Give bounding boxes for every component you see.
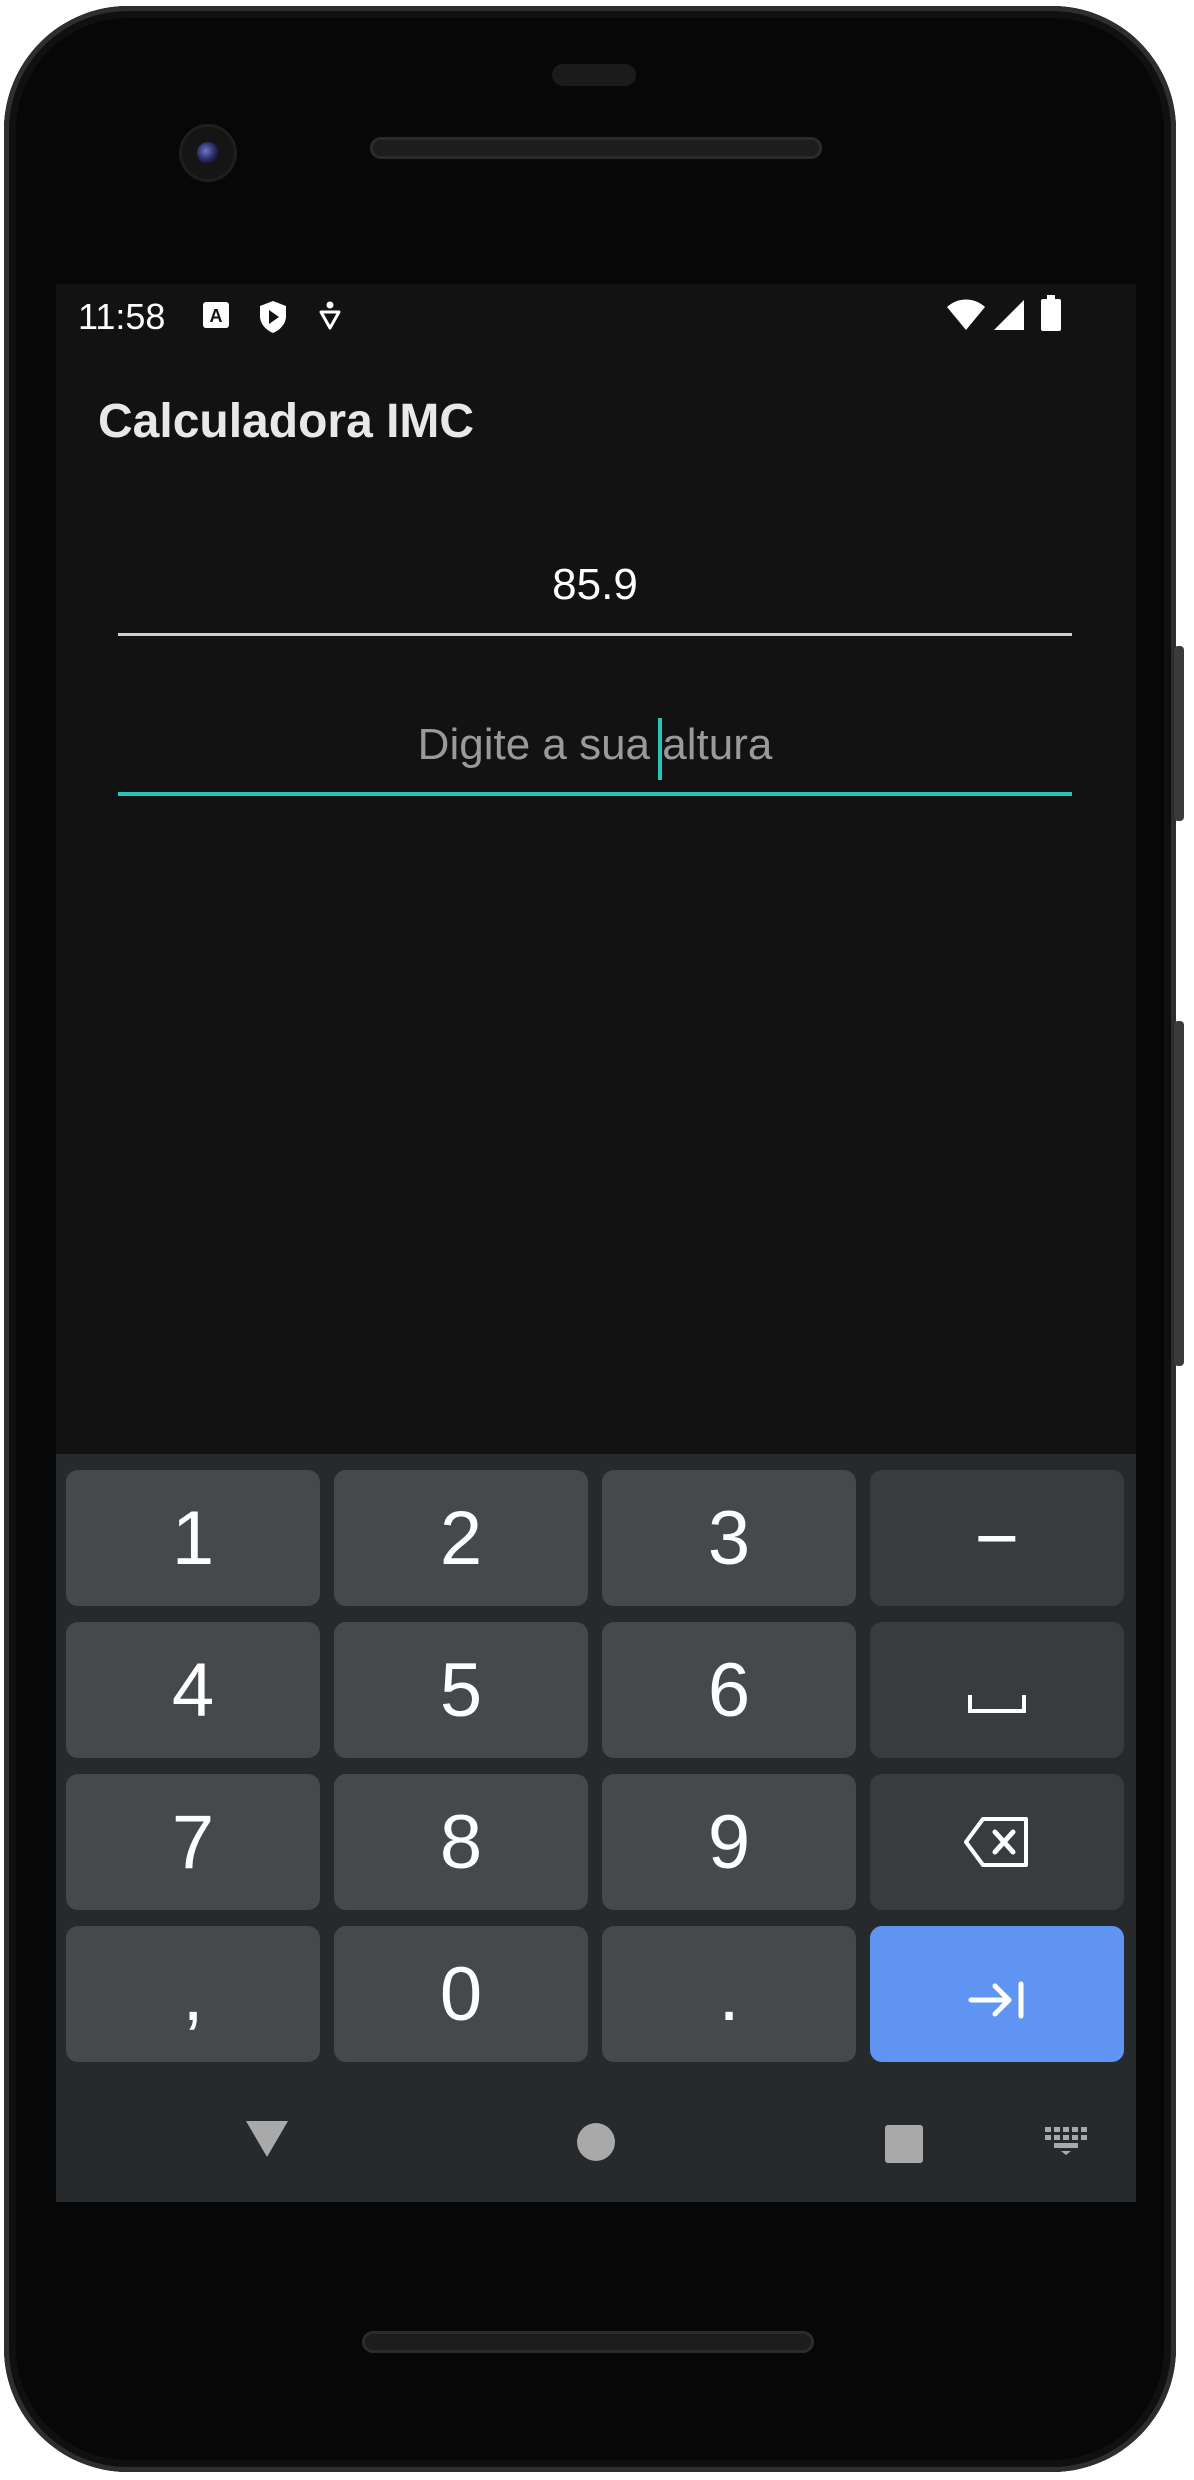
weight-underline [118,633,1072,636]
space-icon [967,1647,1027,1734]
app-title: Calculadora IMC [98,395,475,448]
key-backspace[interactable] [870,1774,1124,1910]
svg-text:A: A [210,306,223,326]
recents-icon [884,2124,924,2169]
height-placeholder: Digite a sua altura [417,720,773,769]
home-button[interactable] [558,2106,634,2182]
status-bar: 11:58 A [56,284,1136,350]
key-3[interactable]: 3 [602,1470,856,1606]
key-0[interactable]: 0 [334,1926,588,2062]
wifi-icon [946,298,986,337]
play-protect-icon [258,300,288,339]
key-5[interactable]: 5 [334,1622,588,1758]
key-6[interactable]: 6 [602,1622,856,1758]
key-dot[interactable]: . [602,1926,856,2062]
numeric-keyboard: 1 2 3 − 4 5 6 7 8 9 , 0 . [56,1454,1136,2202]
text-a-icon: A [202,300,230,335]
key-8[interactable]: 8 [334,1774,588,1910]
power-button [1174,646,1184,821]
accessibility-icon [318,300,342,337]
next-field-icon [967,1951,1027,2038]
key-1[interactable]: 1 [66,1470,320,1606]
height-input[interactable]: Digite a sua altura [118,706,1072,796]
phone-frame: 11:58 A Calculadora IMC 85.9 Digite a su… [4,6,1184,2472]
key-9[interactable]: 9 [602,1774,856,1910]
text-cursor [658,718,662,780]
key-7[interactable]: 7 [66,1774,320,1910]
top-sensor [552,64,636,86]
key-next[interactable] [870,1926,1124,2062]
height-underline [118,792,1072,796]
navigation-bar [56,2082,1136,2202]
cell-signal-icon [992,298,1026,337]
weight-input[interactable]: 85.9 [118,546,1072,636]
key-comma[interactable]: , [66,1926,320,2062]
key-space[interactable] [870,1622,1124,1758]
back-icon [244,2119,290,2164]
keyboard-switch-icon [1044,2126,1088,2161]
recents-button[interactable] [866,2108,942,2184]
battery-icon [1040,294,1062,337]
keyboard-switch-button[interactable] [1036,2118,1096,2168]
status-time: 11:58 [78,296,166,337]
front-camera [182,127,234,179]
key-minus[interactable]: − [870,1470,1124,1606]
top-speaker [370,137,822,159]
screen: 11:58 A Calculadora IMC 85.9 Digite a su… [56,284,1136,2202]
home-icon [576,2122,616,2167]
bottom-speaker [362,2331,814,2353]
weight-value: 85.9 [552,560,638,609]
key-4[interactable]: 4 [66,1622,320,1758]
volume-button [1174,1021,1184,1366]
key-2[interactable]: 2 [334,1470,588,1606]
backspace-icon [963,1799,1031,1886]
back-button[interactable] [232,2106,302,2176]
